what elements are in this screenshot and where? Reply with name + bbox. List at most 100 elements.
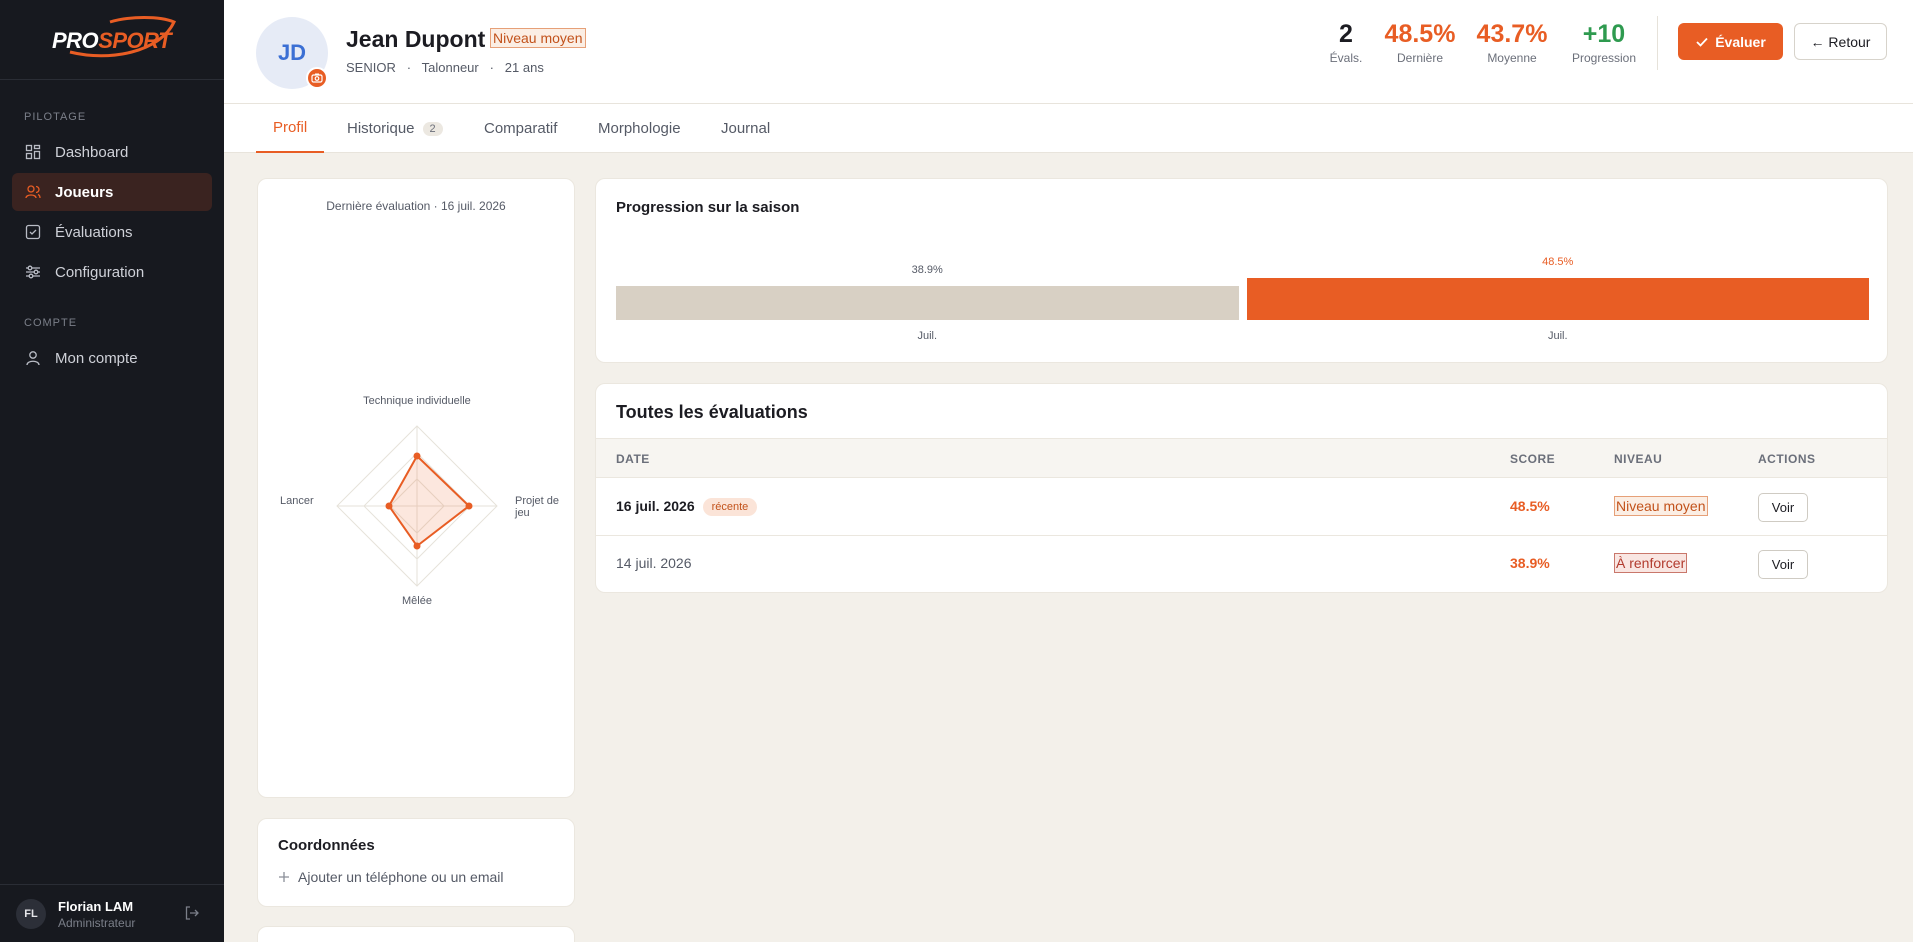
stat-value: 48.5%: [1384, 20, 1456, 48]
tab-label: Morphologie: [598, 120, 681, 137]
next-card: [257, 926, 575, 942]
column-header: ACTIONS: [1758, 452, 1816, 466]
player-name: Jean Dupont: [346, 26, 486, 52]
brand-logo[interactable]: PROSPORT: [0, 0, 224, 80]
tab-journal[interactable]: Journal: [721, 104, 770, 153]
user-name: Florian LAM: [58, 899, 134, 914]
plus-icon: [279, 872, 289, 882]
chart-data-label: 48.5%: [1542, 256, 1574, 268]
avatar: FL: [16, 899, 46, 929]
level-badge: Niveau moyen: [490, 28, 586, 48]
evaluations-title: Toutes les évaluations: [616, 402, 808, 422]
radar-axis-label: Projet de jeu: [515, 495, 560, 519]
chart-tick-label: Juil.: [1547, 330, 1568, 342]
tab-label: Comparatif: [484, 120, 558, 137]
stat-moyenne: 43.7% Moyenne: [1474, 20, 1550, 65]
radar-axis-label: Lancer: [280, 495, 314, 507]
tab-morphologie[interactable]: Morphologie: [598, 104, 681, 153]
stat-progression: +10 Progression: [1564, 20, 1644, 65]
stat-label: Moyenne: [1487, 51, 1537, 65]
tab-bar: Profil Historique 2 Comparatif Morphologi…: [224, 104, 1913, 153]
player-age: 21 ans: [504, 60, 544, 75]
sidebar-item-label: Joueurs: [55, 183, 114, 201]
player-category: SENIOR: [346, 60, 396, 75]
recent-badge: récente: [702, 498, 758, 516]
eval-date: 14 juil. 2026: [616, 555, 692, 571]
column-header: SCORE: [1510, 452, 1556, 466]
table-row[interactable]: 14 juil. 2026 38.9% À renforcer Voir: [596, 536, 1887, 593]
sidebar-item-label: Mon compte: [55, 349, 138, 367]
column-header: DATE: [616, 452, 650, 466]
radar-axis-label: Mêlée: [402, 595, 432, 607]
logout-icon[interactable]: [184, 905, 200, 926]
camera-icon[interactable]: [306, 67, 328, 89]
sidebar-item-label: Évaluations: [55, 223, 133, 241]
view-button[interactable]: Voir: [1758, 550, 1808, 579]
sidebar-item-dashboard[interactable]: Dashboard: [12, 133, 212, 171]
radar-title: Dernière évaluation · 16 juil. 2026: [326, 199, 506, 213]
sidebar-item-evaluations[interactable]: Évaluations: [12, 213, 212, 251]
tab-historique[interactable]: Historique 2: [347, 104, 443, 153]
stat-label: Progression: [1571, 51, 1637, 65]
view-button[interactable]: Voir: [1758, 493, 1808, 522]
logo-text: PROSPORT: [52, 28, 172, 53]
radar-point: [413, 542, 421, 550]
stat-label: Évals.: [1329, 51, 1363, 65]
tab-comparatif[interactable]: Comparatif: [484, 104, 557, 153]
divider: [1657, 16, 1658, 70]
chart-title: Progression sur la saison: [616, 199, 800, 216]
section-label-compte: COMPTE: [24, 317, 78, 329]
stat-derniere: 48.5% Dernière: [1382, 20, 1458, 65]
sidebar-item-joueurs[interactable]: Joueurs: [12, 173, 212, 211]
meta-separator: ·: [489, 60, 494, 75]
evaluate-label: Évaluer: [1715, 33, 1766, 50]
tab-label: Profil: [273, 119, 308, 136]
eval-level: À renforcer: [1614, 553, 1688, 573]
stat-evals: 2 Évals.: [1328, 20, 1364, 65]
add-contact-link[interactable]: Ajouter un téléphone ou un email: [278, 869, 503, 885]
radar-point: [385, 502, 393, 510]
chart-data-label: 38.9%: [911, 264, 943, 276]
radar-point: [413, 452, 421, 460]
user-role: Administrateur: [58, 916, 136, 930]
progression-card: Progression sur la saison 38.9% Juil. 48.5…: [595, 178, 1888, 363]
eval-score: 38.9%: [1510, 555, 1550, 571]
section-label-pilotage: PILOTAGE: [24, 111, 87, 123]
checklist-icon: [25, 224, 41, 240]
users-icon: [25, 184, 41, 200]
current-user: FL Florian LAM Administrateur: [0, 884, 224, 942]
player-header: JD Jean Dupont Niveau moyen SENIOR · Tal…: [224, 0, 1913, 104]
radar-chart: [336, 425, 498, 587]
radar-card: Dernière évaluation · 16 juil. 2026 Tech…: [257, 178, 575, 798]
stat-value: 2: [1339, 20, 1353, 48]
sidebar-item-mon-compte[interactable]: Mon compte: [12, 339, 212, 377]
user-icon: [25, 350, 41, 366]
eval-level: Niveau moyen: [1614, 496, 1708, 516]
evaluations-card: Toutes les évaluations DATE SCORE NIVEAU…: [595, 383, 1888, 593]
player-meta: SENIOR · Talonneur · 21 ans: [346, 60, 544, 75]
column-header: NIVEAU: [1614, 452, 1663, 466]
tab-profil[interactable]: Profil: [256, 104, 325, 153]
chart-tick-label: Juil.: [917, 330, 938, 342]
evaluate-button[interactable]: Évaluer: [1678, 23, 1783, 60]
stat-label: Dernière: [1396, 51, 1444, 65]
sliders-icon: [25, 264, 41, 280]
coordinates-card: Coordonnées Ajouter un téléphone ou un e…: [257, 818, 575, 907]
sidebar-item-label: Configuration: [55, 263, 145, 281]
meta-separator: ·: [406, 60, 412, 75]
table-row[interactable]: 16 juil. 2026 récente 48.5% Niveau moyen …: [596, 479, 1887, 536]
sidebar-item-configuration[interactable]: Configuration: [12, 253, 212, 291]
radar-axis-label: Technique individuelle: [363, 395, 471, 407]
coordinates-title: Coordonnées: [278, 837, 375, 854]
radar-point: [465, 502, 473, 510]
add-contact-label: Ajouter un téléphone ou un email: [298, 869, 504, 885]
dashboard-icon: [25, 144, 41, 160]
stat-value: 43.7%: [1476, 20, 1548, 48]
chart-bar: [1246, 278, 1869, 320]
back-button[interactable]: ← Retour: [1794, 23, 1887, 60]
table-header: DATE SCORE NIVEAU ACTIONS: [596, 438, 1887, 478]
chart-bar: [616, 286, 1239, 320]
eval-date: 16 juil. 2026 récente: [616, 498, 758, 516]
stat-value: +10: [1582, 20, 1626, 48]
sidebar-item-label: Dashboard: [55, 143, 129, 161]
